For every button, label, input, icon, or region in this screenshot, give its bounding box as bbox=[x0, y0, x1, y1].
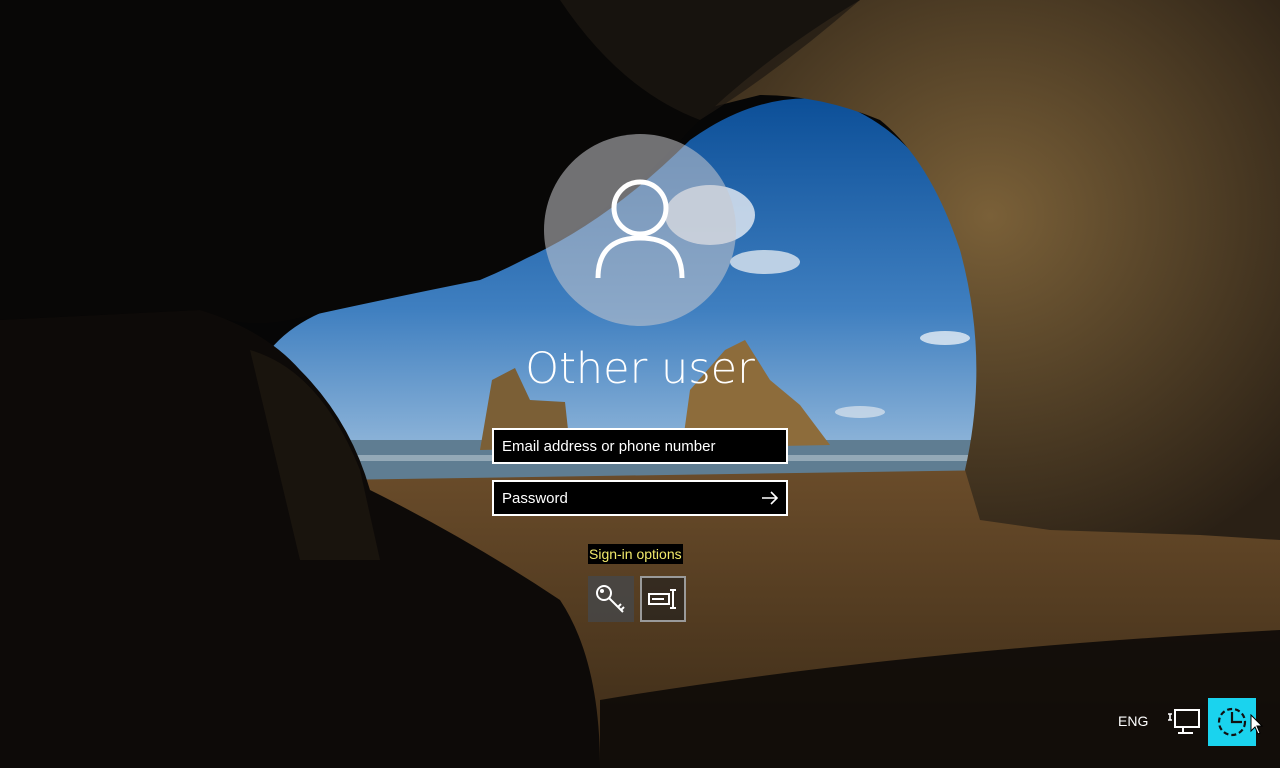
network-icon bbox=[1168, 709, 1200, 734]
password-field[interactable] bbox=[492, 480, 788, 516]
user-name: Other user bbox=[525, 344, 755, 394]
security-key-sign-in-option-button[interactable] bbox=[640, 576, 686, 622]
arrow-right-icon bbox=[762, 491, 779, 505]
user-icon bbox=[595, 179, 685, 279]
email-field[interactable] bbox=[492, 428, 788, 464]
key-icon bbox=[596, 585, 625, 613]
submit-button[interactable] bbox=[756, 484, 784, 512]
ease-of-access-icon bbox=[1217, 707, 1247, 737]
password-sign-in-option-button[interactable] bbox=[588, 576, 634, 622]
pin-icon bbox=[648, 589, 676, 609]
language-indicator[interactable]: ENG bbox=[1118, 713, 1148, 729]
ease-of-access-button[interactable] bbox=[1208, 698, 1256, 746]
network-button[interactable] bbox=[1164, 702, 1204, 742]
user-avatar bbox=[544, 134, 736, 326]
sign-in-options-link[interactable]: Sign-in options bbox=[588, 544, 683, 564]
mouse-cursor bbox=[1250, 713, 1264, 740]
